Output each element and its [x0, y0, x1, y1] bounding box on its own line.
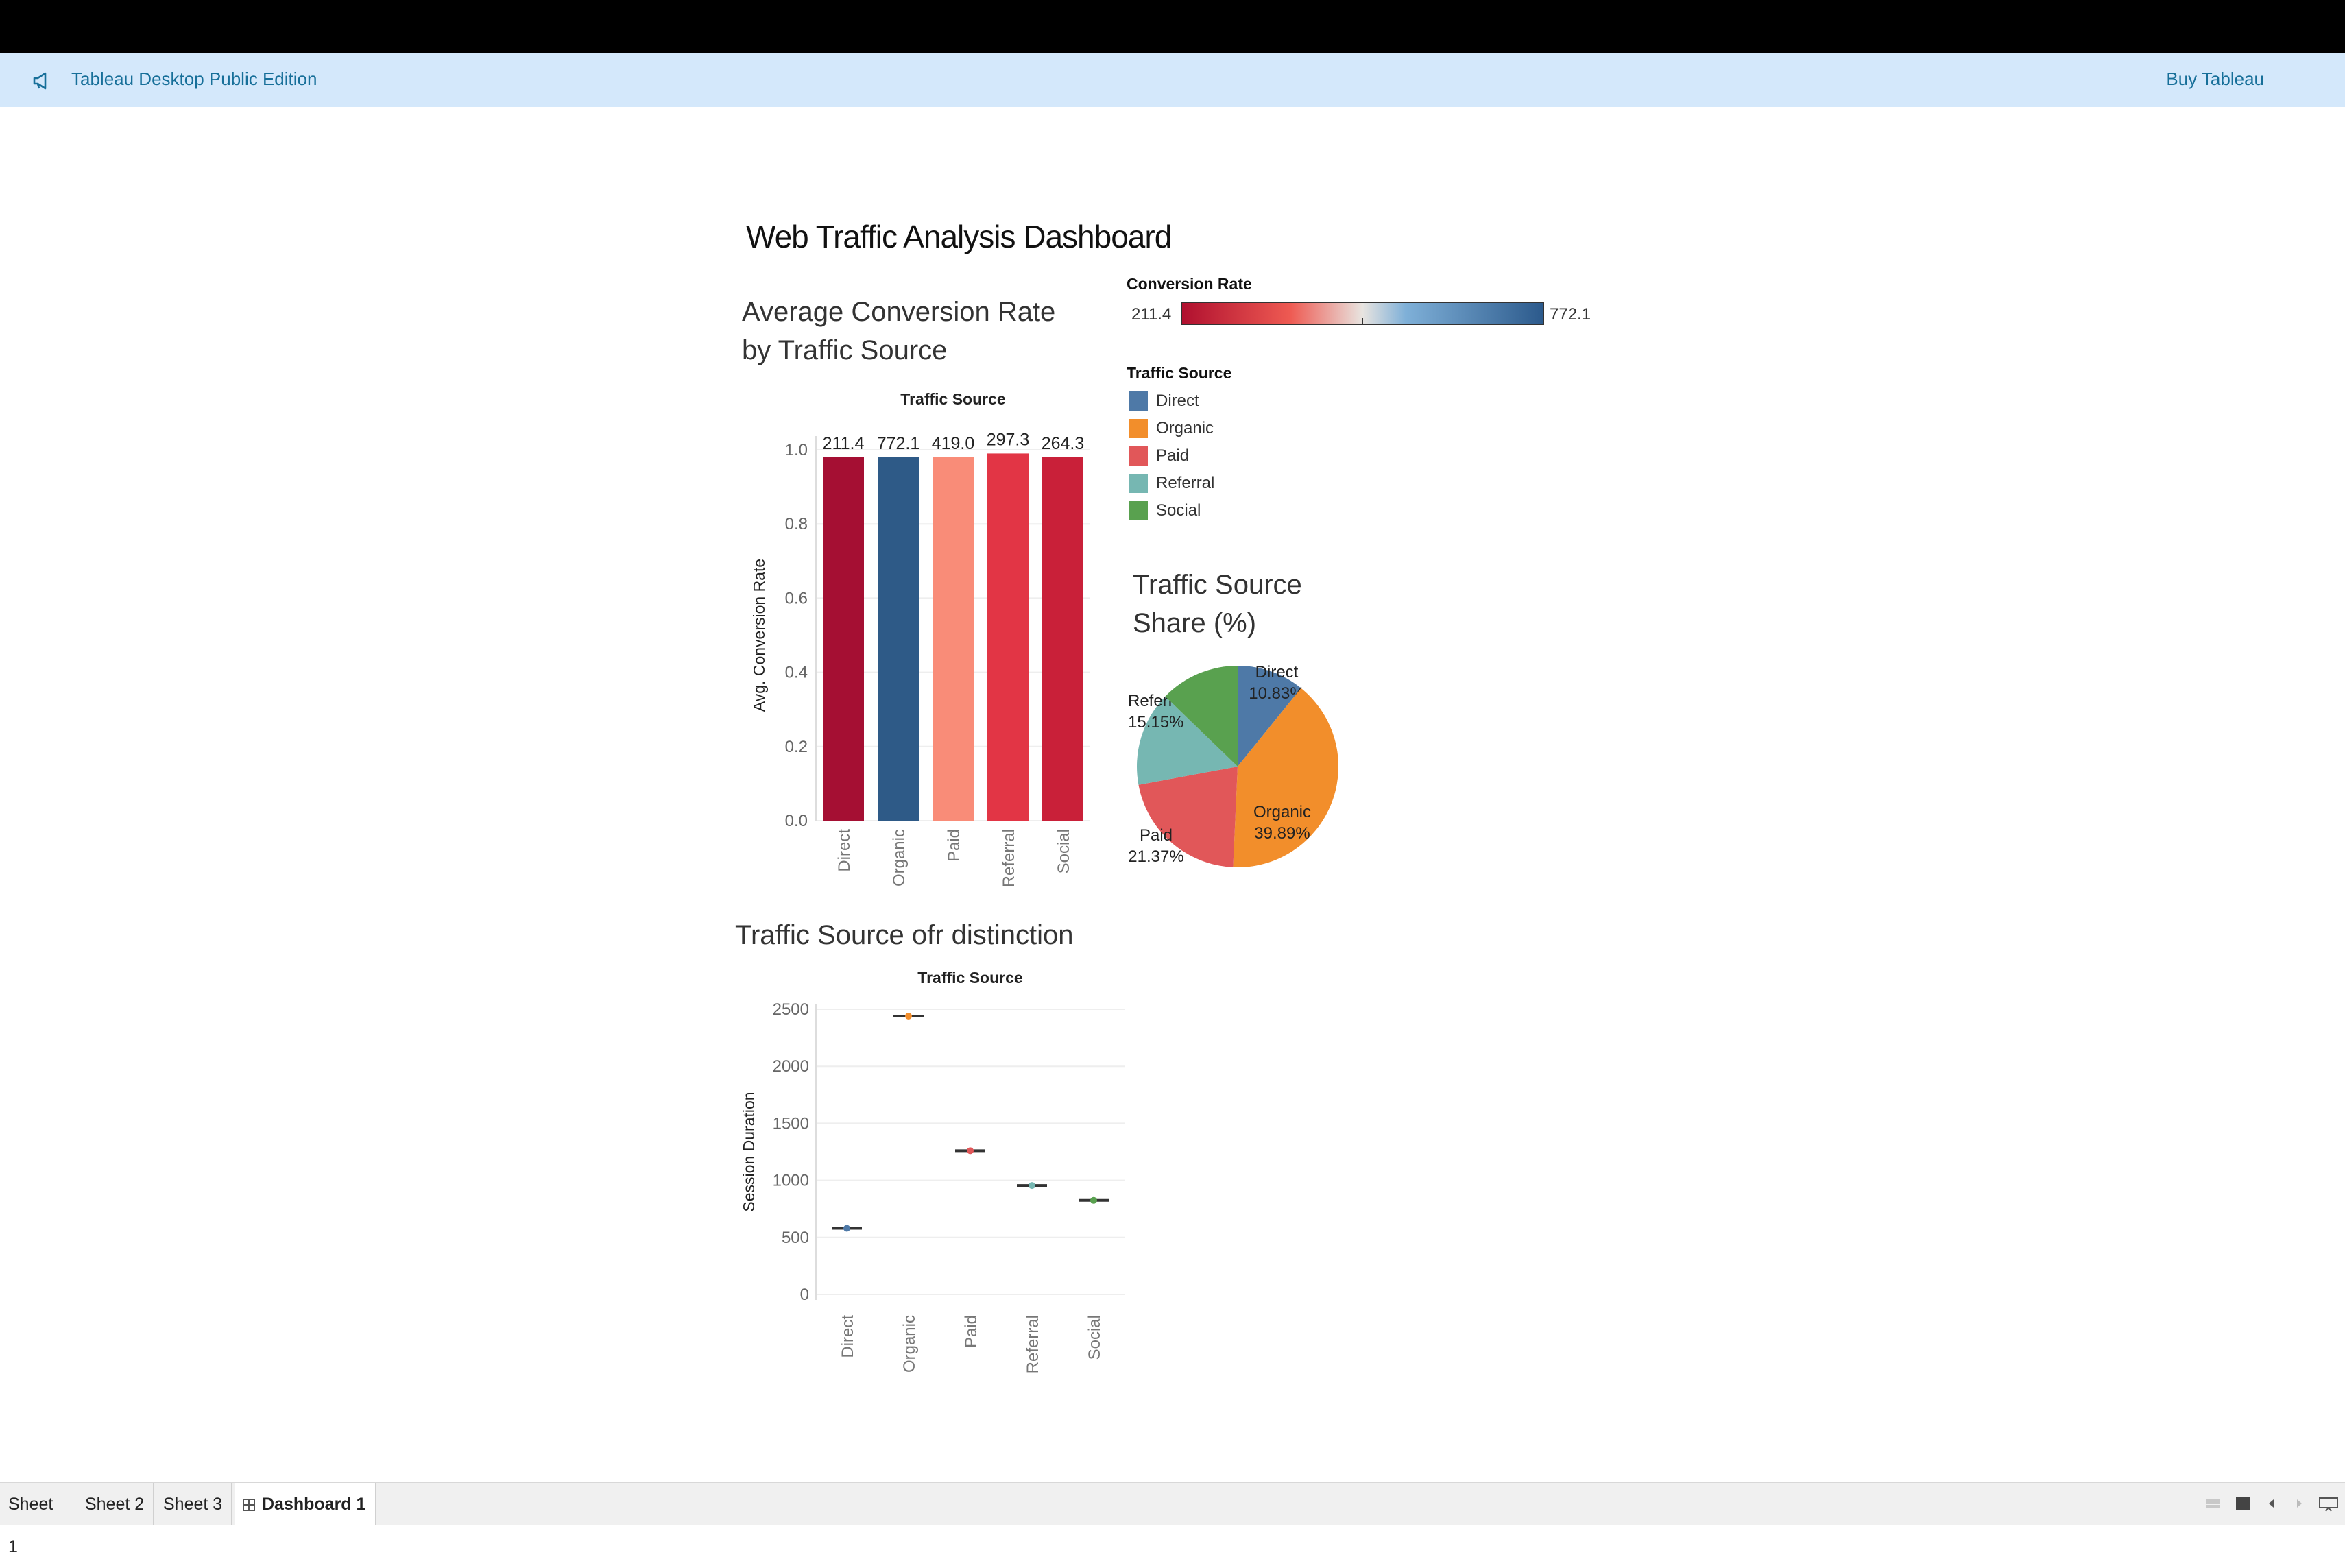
bar-paid	[933, 457, 974, 821]
megaphone-icon	[33, 72, 47, 90]
tab-dashboard-label: Dashboard 1	[262, 1495, 366, 1514]
distribution-chart: Traffic Source Session Duration 0 500 1000 15…	[740, 969, 1125, 1373]
tab-dashboard-1[interactable]: Dashboard 1	[234, 1483, 376, 1525]
gradient-center-tick	[1362, 318, 1363, 324]
dashboard-icon	[243, 1499, 255, 1511]
pie-sheet-title-line1: Traffic Source	[1133, 570, 1302, 600]
dist-point-direct	[843, 1225, 850, 1232]
legend-swatch	[1129, 446, 1148, 466]
conversion-gradient-bar[interactable]	[1181, 302, 1544, 325]
dist-y-tick: 1500	[773, 1114, 809, 1133]
bar-organic	[878, 457, 919, 821]
bar-x-tick: Direct	[835, 829, 854, 872]
source-legend-title: Traffic Source	[1127, 364, 1232, 382]
next-sheet-icon[interactable]	[2290, 1495, 2308, 1512]
tab-sheet-2[interactable]: Sheet 2	[77, 1483, 154, 1525]
tab-sheet-3[interactable]: Sheet 3	[155, 1483, 232, 1525]
dist-point-referral	[1029, 1182, 1035, 1190]
legend-swatch	[1129, 474, 1148, 493]
bar-referral	[987, 453, 1029, 821]
legend-label: Paid	[1156, 446, 1190, 465]
dist-column-header: Traffic Source	[917, 969, 1022, 987]
bar-y-tick: 0.4	[785, 664, 808, 682]
bar-y-tick: 0.8	[785, 515, 808, 533]
bar-sheet-title-line2: by Traffic Source	[742, 335, 948, 365]
bar-sheet-title: Average Conversion Rate by Traffic Sourc…	[742, 293, 1055, 370]
bar-x-tick: Organic	[890, 829, 909, 886]
conversion-legend-max: 772.1	[1550, 305, 1591, 324]
legend-item-social[interactable]: Social	[1129, 498, 1201, 524]
legend-item-organic[interactable]: Organic	[1129, 415, 1214, 442]
sheet-sorter-icon[interactable]	[2204, 1495, 2222, 1512]
legend-item-paid[interactable]: Paid	[1129, 443, 1189, 469]
bar-y-axis-title: Avg. Conversion Rate	[750, 559, 768, 712]
bar-social	[1042, 457, 1083, 821]
legend-swatch	[1129, 501, 1148, 520]
bar-value-label: 297.3	[987, 430, 1030, 449]
bar-x-tick: Paid	[945, 829, 963, 862]
bar-y-tick: 0.2	[785, 738, 808, 756]
dist-x-tick: Referral	[1024, 1315, 1042, 1373]
dist-y-tick: 500	[782, 1229, 809, 1247]
bar-value-label: 772.1	[877, 434, 920, 453]
bar-column-header: Traffic Source	[900, 390, 1005, 408]
legend-item-referral[interactable]: Referral	[1129, 470, 1214, 496]
dist-point-paid	[967, 1147, 974, 1155]
conversion-legend-min: 211.4	[1131, 305, 1172, 324]
dist-y-tick: 2000	[773, 1057, 809, 1076]
legend-label: Direct	[1156, 391, 1199, 410]
pie-chart: Direct 10.83%Organic 39.89%Paid 21.37%Refer…	[1128, 663, 1338, 867]
bar-y-tick: 0.0	[785, 812, 808, 830]
presentation-mode-icon[interactable]	[2318, 1495, 2340, 1512]
bar-y-tick: 1.0	[785, 441, 808, 459]
legend-swatch	[1129, 419, 1148, 438]
box-sheet-title: Traffic Source ofr distinction	[735, 920, 1074, 950]
bar-value-label: 264.3	[1042, 434, 1085, 453]
dashboard-title: Web Traffic Analysis Dashboard	[746, 219, 1172, 254]
dist-x-tick: Social	[1085, 1315, 1104, 1360]
legend-label: Organic	[1156, 419, 1214, 437]
bar-x-tick: Referral	[1000, 829, 1018, 887]
bar-x-tick: Social	[1055, 829, 1073, 873]
bar-y-tick: 0.6	[785, 589, 808, 607]
legend-label: Referral	[1156, 474, 1215, 492]
pie-sheet-title-line2: Share (%)	[1133, 608, 1257, 638]
filmstrip-icon[interactable]	[2234, 1495, 2252, 1512]
bar-chart: Traffic Source Avg. Conversion Rate 0.0 0.2…	[750, 390, 1090, 887]
dist-y-tick: 0	[800, 1286, 809, 1304]
dist-y-axis-title: Session Duration	[740, 1091, 758, 1211]
dist-y-tick: 2500	[773, 1000, 809, 1019]
buy-tableau-link[interactable]: Buy Tableau	[2166, 69, 2264, 90]
pie-sheet-title: Traffic Source Share (%)	[1133, 566, 1302, 642]
public-edition-banner: Tableau Desktop Public Edition Buy Table…	[0, 53, 2345, 107]
bar-sheet-title-line1: Average Conversion Rate	[742, 297, 1056, 327]
dist-x-tick: Direct	[839, 1315, 857, 1358]
conversion-legend-title: Conversion Rate	[1127, 275, 1252, 293]
dist-x-tick: Paid	[962, 1315, 981, 1348]
window-top-bar	[0, 0, 2345, 53]
legend-swatch	[1129, 391, 1148, 411]
dist-point-social	[1090, 1196, 1097, 1204]
legend-item-direct[interactable]: Direct	[1129, 388, 1199, 414]
bar-value-label: 211.4	[823, 434, 865, 453]
app-name-label: Tableau Desktop Public Edition	[71, 69, 317, 89]
dist-point-organic	[905, 1012, 912, 1020]
dist-y-tick: 1000	[773, 1172, 809, 1190]
tab-sheet-1[interactable]: Sheet 1	[0, 1483, 75, 1556]
bar-value-label: 419.0	[932, 434, 975, 453]
legend-label: Social	[1156, 501, 1201, 520]
dist-x-tick: Organic	[900, 1315, 919, 1373]
sheet-tabs-bar: Sheet 1 Sheet 2 Sheet 3 Dashboard 1	[0, 1482, 2345, 1556]
previous-sheet-icon[interactable]	[2263, 1495, 2281, 1512]
bar-direct	[823, 457, 864, 821]
